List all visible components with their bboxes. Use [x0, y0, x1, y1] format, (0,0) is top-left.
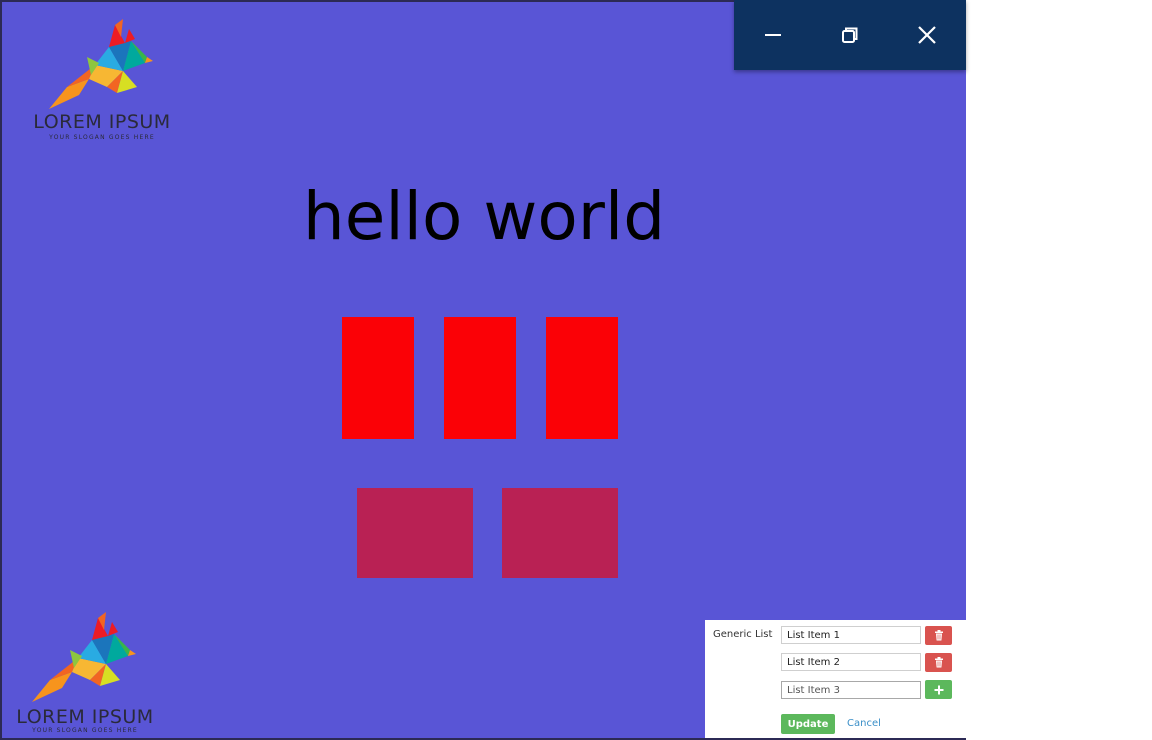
close-button[interactable]	[901, 9, 953, 61]
logo-name: LOREM IPSUM	[16, 706, 154, 728]
logo-tagline: YOUR SLOGAN GOES HERE	[32, 727, 138, 734]
logo-tagline: YOUR SLOGAN GOES HERE	[49, 134, 155, 141]
bird-logo-icon	[49, 19, 153, 109]
maroon-tile	[502, 488, 618, 578]
logo: LOREM IPSUM YOUR SLOGAN GOES HERE	[10, 610, 160, 735]
update-button[interactable]: Update	[781, 714, 835, 734]
maroon-tile	[357, 488, 473, 578]
generic-list-label: Generic List	[713, 629, 773, 640]
trash-icon	[934, 630, 943, 641]
logo: LOREM IPSUM YOUR SLOGAN GOES HERE	[27, 17, 177, 142]
red-tile	[444, 317, 516, 439]
close-icon	[918, 26, 937, 44]
new-list-item-input[interactable]	[781, 681, 921, 699]
headline: hello world	[302, 178, 666, 255]
red-tile	[546, 317, 618, 439]
restore-icon	[841, 27, 858, 43]
generic-list-panel: Generic List Update Cancel	[705, 620, 966, 738]
list-item-input[interactable]	[781, 626, 921, 644]
add-item-button[interactable]	[925, 680, 952, 699]
red-tile	[342, 317, 414, 439]
logo-name: LOREM IPSUM	[33, 111, 171, 133]
delete-item-button[interactable]	[925, 653, 952, 672]
delete-item-button[interactable]	[925, 626, 952, 645]
minimize-icon	[764, 34, 781, 36]
minimize-button[interactable]	[747, 9, 799, 61]
plus-icon	[934, 685, 943, 694]
restore-button[interactable]	[824, 9, 876, 61]
cancel-link[interactable]: Cancel	[847, 718, 881, 729]
window-controls	[734, 0, 966, 70]
list-item-input[interactable]	[781, 653, 921, 671]
bird-logo-icon	[32, 612, 136, 702]
trash-icon	[934, 657, 943, 668]
